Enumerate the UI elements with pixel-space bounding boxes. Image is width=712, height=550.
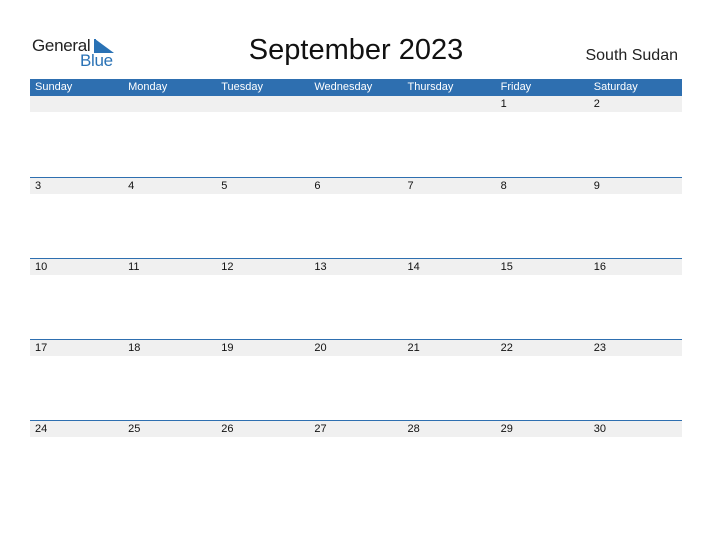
day-cell: 26 <box>221 423 234 435</box>
weekday-thursday: Thursday <box>407 81 454 93</box>
day-cell: 3 <box>35 180 42 192</box>
weekday-saturday: Saturday <box>593 81 638 93</box>
day-cell: 25 <box>128 423 141 435</box>
day-cell <box>403 96 496 112</box>
country-label: South Sudan <box>585 47 678 64</box>
day-cell: 28 <box>407 423 420 435</box>
day-cell: 29 <box>500 423 513 435</box>
weekday-wednesday: Wednesday <box>314 81 373 93</box>
weekday-monday: Monday <box>128 81 168 93</box>
week-row-4: 17 18 19 20 21 22 23 <box>30 339 682 356</box>
day-cell: 8 <box>500 180 507 192</box>
day-cell <box>309 96 402 112</box>
day-cell: 14 <box>407 261 420 273</box>
week-row-5: 24 25 26 27 28 29 30 <box>30 420 682 437</box>
day-cell: 16 <box>593 261 606 273</box>
day-cell <box>30 96 123 112</box>
weekday-header: Sunday Monday Tuesday Wednesday Thursday… <box>30 79 682 96</box>
day-cell: 23 <box>593 342 606 354</box>
day-cell: 12 <box>221 261 234 273</box>
day-cell: 11 <box>128 261 140 273</box>
week-row-1: 1 2 <box>30 96 682 112</box>
day-cell: 15 <box>500 261 513 273</box>
day-cell: 9 <box>593 180 600 192</box>
weekday-friday: Friday <box>500 81 532 93</box>
day-cell: 4 <box>128 180 135 192</box>
day-cell: 18 <box>128 342 141 354</box>
day-cell: 1 <box>500 98 507 110</box>
day-cell: 5 <box>221 180 228 192</box>
day-cell: 13 <box>314 261 327 273</box>
day-cell: 10 <box>35 261 48 273</box>
day-cell: 19 <box>221 342 234 354</box>
day-cell: 22 <box>500 342 513 354</box>
day-cell: 27 <box>314 423 327 435</box>
day-cell: 6 <box>314 180 321 192</box>
day-cell <box>123 96 216 112</box>
day-cell: 20 <box>314 342 327 354</box>
day-cell: 30 <box>593 423 606 435</box>
day-cell <box>216 96 309 112</box>
day-cell: 21 <box>407 342 420 354</box>
day-cell: 7 <box>407 180 414 192</box>
day-cell: 24 <box>35 423 48 435</box>
week-row-3: 10 11 12 13 14 15 16 <box>30 258 682 275</box>
day-cell: 17 <box>35 342 48 354</box>
day-cell: 2 <box>593 98 600 110</box>
week-row-2: 3 4 5 6 7 8 9 <box>30 177 682 194</box>
weekday-sunday: Sunday <box>35 81 73 93</box>
weekday-tuesday: Tuesday <box>221 81 264 93</box>
